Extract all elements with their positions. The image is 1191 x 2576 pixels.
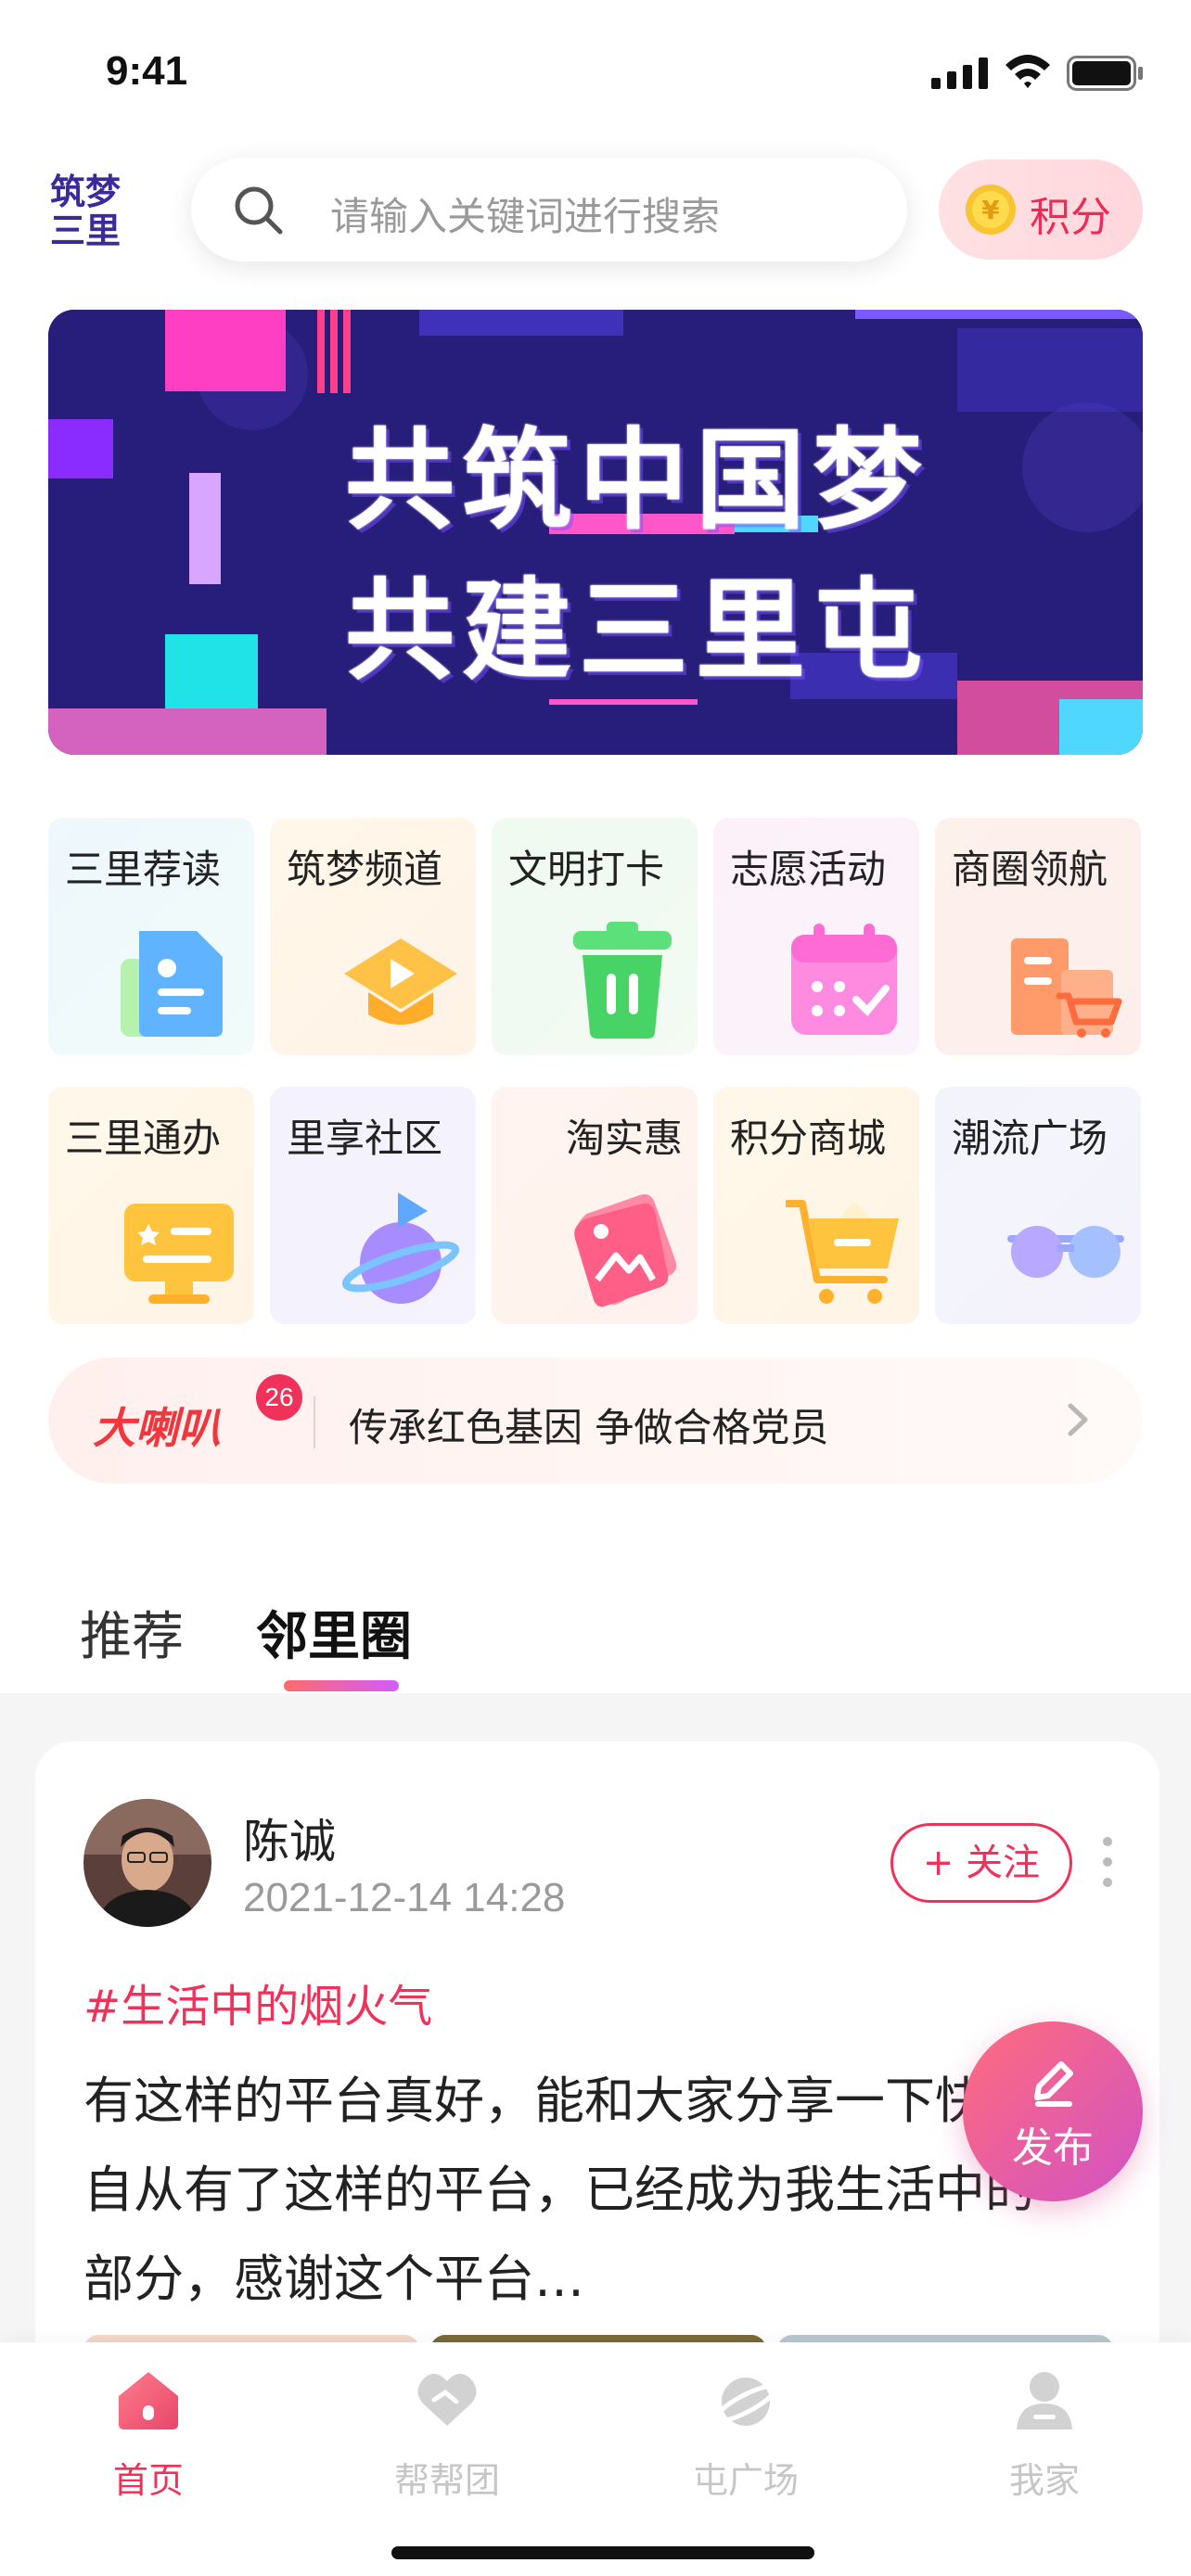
bottom-nav: 首页 帮帮团 屯广场 我家 — [0, 2342, 1191, 2576]
search-placeholder: 请输入关键词进行搜索 — [330, 194, 721, 239]
calendar-icon — [791, 924, 897, 1035]
nav-label: 我家 — [1008, 2460, 1080, 2501]
play-cap-icon — [344, 938, 457, 1025]
grid-item-label: 筑梦频道 — [287, 847, 443, 892]
divider — [314, 1396, 315, 1448]
svg-text:¥: ¥ — [981, 195, 1000, 225]
publish-button[interactable]: 发布 — [963, 2021, 1143, 2201]
banner-headline-1: 共筑中国梦 — [345, 416, 930, 544]
grid-item-sanli-service[interactable]: 三里通办 — [48, 1087, 254, 1324]
shopping-cart-icon — [786, 1200, 899, 1304]
grid-item-label: 积分商城 — [730, 1116, 887, 1161]
document-icon — [121, 931, 223, 1037]
active-tab-indicator — [284, 1680, 399, 1691]
announcement-bar[interactable]: 大喇叭 26 传承红色基因 争做合格党员 — [48, 1358, 1143, 1484]
price-tag-icon — [574, 1193, 677, 1307]
planet-icon — [342, 1192, 459, 1304]
grid-item-label: 淘实惠 — [565, 1116, 683, 1161]
sunglasses-icon — [1007, 1226, 1124, 1278]
home-indicator — [391, 2546, 814, 2559]
svg-text:三里: 三里 — [50, 210, 121, 247]
grid-item-dream-channel[interactable]: 筑梦频道 — [270, 818, 476, 1055]
nav-item-plaza[interactable]: 屯广场 — [644, 2359, 848, 2507]
trash-bin-icon — [573, 922, 672, 1039]
shop-cart-icon — [1011, 938, 1122, 1038]
pen-icon — [1034, 2061, 1073, 2107]
chevron-right-icon — [1068, 1403, 1088, 1436]
home-icon — [119, 2372, 178, 2429]
battery-icon — [1067, 56, 1143, 91]
tab-recommend[interactable]: 推荐 — [80, 1595, 184, 1670]
announcement-text: 传承红色基因 争做合格党员 — [349, 1405, 829, 1450]
grid-item-trend-plaza[interactable]: 潮流广场 — [935, 1087, 1141, 1324]
grid-item-label: 三里通办 — [65, 1116, 222, 1161]
coin-icon: ¥ — [966, 185, 1016, 235]
grid-item-points-mall[interactable]: 积分商城 — [713, 1087, 919, 1324]
signal-icon — [931, 57, 988, 89]
nav-item-my-home[interactable]: 我家 — [942, 2359, 1146, 2507]
nav-item-home[interactable]: 首页 — [46, 2359, 250, 2507]
search-input[interactable]: 请输入关键词进行搜索 — [191, 158, 907, 261]
grid-item-label: 文明打卡 — [508, 847, 665, 892]
grid-item-label: 商圈领航 — [952, 847, 1108, 892]
app-logo: 筑梦 三里 — [50, 172, 121, 247]
monitor-icon — [124, 1204, 234, 1304]
grid-item-bargain-deals[interactable]: 淘实惠 — [492, 1087, 698, 1324]
grid-item-volunteer-activities[interactable]: 志愿活动 — [713, 818, 919, 1055]
status-bar: 9:41 — [0, 0, 1191, 148]
notification-badge: 26 — [256, 1374, 302, 1421]
grid-item-label: 里享社区 — [287, 1116, 443, 1161]
status-time: 9:41 — [106, 48, 188, 94]
tab-neighborhood[interactable]: 邻里圈 — [256, 1595, 412, 1670]
planet-icon — [714, 2378, 777, 2426]
banner[interactable]: 共筑中国梦 共建三里屯 — [48, 310, 1143, 755]
loudspeaker-logo: 大喇叭 — [93, 1403, 221, 1453]
grid-item-recommended-reading[interactable]: 三里荐读 — [48, 818, 254, 1055]
grid-item-business-navigation[interactable]: 商圈领航 — [935, 818, 1141, 1055]
search-icon — [235, 186, 283, 235]
svg-text:筑梦: 筑梦 — [50, 172, 121, 212]
points-button[interactable]: ¥ 积分 — [939, 159, 1143, 260]
nav-label: 帮帮团 — [393, 2460, 500, 2501]
more-vertical-icon[interactable] — [1102, 1834, 1113, 1890]
post-timestamp: 2021-12-14 14:28 — [243, 1875, 566, 1920]
user-icon — [1017, 2372, 1072, 2429]
grid-item-community-sharing[interactable]: 里享社区 — [270, 1087, 476, 1324]
post-body: 有这样的平台真好，能和大家分享一下快乐。自从有了这样的平台，已经成为我生活中的一… — [83, 2072, 1085, 2308]
follow-button[interactable]: + 关注 — [890, 1823, 1072, 1903]
avatar[interactable] — [83, 1799, 211, 1927]
publish-label: 发布 — [1012, 2124, 1094, 2172]
nav-item-help-group[interactable]: 帮帮团 — [345, 2359, 549, 2507]
nav-label: 屯广场 — [692, 2460, 799, 2501]
wifi-icon — [1005, 55, 1050, 88]
banner-headline-2: 共建三里屯 — [345, 567, 930, 695]
nav-label: 首页 — [112, 2460, 184, 2501]
topic-tag[interactable]: #生活中的烟火气 — [83, 1970, 432, 2034]
author-name[interactable]: 陈诚 — [243, 1804, 336, 1871]
grid-item-label: 三里荐读 — [65, 847, 222, 892]
grid-item-civilization-checkin[interactable]: 文明打卡 — [492, 818, 698, 1055]
points-label: 积分 — [1030, 194, 1111, 241]
grid-item-label: 志愿活动 — [730, 847, 887, 892]
grid-item-label: 潮流广场 — [952, 1116, 1108, 1161]
heart-hands-icon — [417, 2373, 477, 2426]
